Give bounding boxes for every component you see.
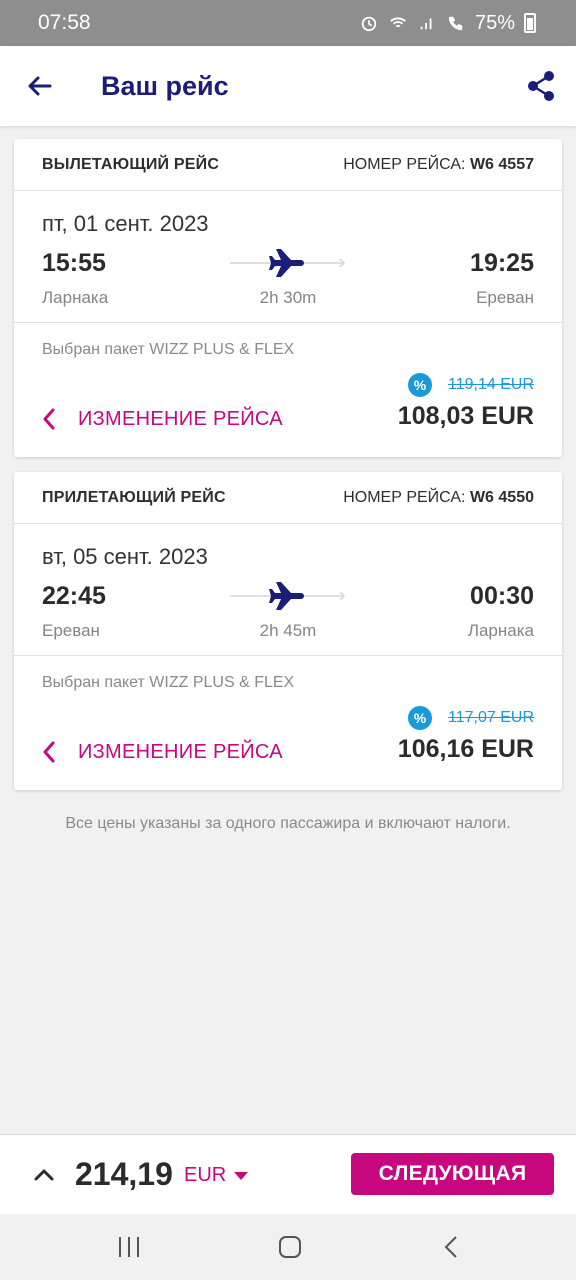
flight-details: вт, 05 сент. 2023 22:45 00:30 Ереван 2h … (14, 524, 562, 656)
page-title: Ваш рейс (101, 71, 229, 101)
chevron-up-icon[interactable] (32, 1163, 56, 1187)
flight-number-label: НОМЕР РЕЙСА: (343, 155, 466, 173)
recents-icon[interactable] (114, 1234, 144, 1260)
return-flight-card: ПРИЛЕТАЮЩИЙ РЕЙС НОМЕР РЕЙСА: W6 4550 вт… (14, 472, 562, 790)
currency-selector[interactable]: EUR (184, 1164, 249, 1187)
flight-number: НОМЕР РЕЙСА: W6 4557 (343, 156, 534, 174)
fare-section: Выбран пакет WIZZ PLUS & FLEX % 119,14 E… (14, 323, 562, 457)
currency-label: EUR (184, 1164, 227, 1186)
card-heading: ВЫЛЕТАЮЩИЙ РЕЙС (42, 155, 220, 173)
price: 108,03 EUR (397, 402, 534, 430)
price: 106,16 EUR (397, 735, 534, 763)
flight-number: НОМЕР РЕЙСА: W6 4550 (343, 489, 534, 507)
arrival-time: 00:30 (470, 582, 534, 610)
wifi-icon (390, 17, 406, 28)
arrival-city: Ереван (476, 288, 534, 307)
card-heading: ПРИЛЕТАЮЩИЙ РЕЙС (42, 488, 226, 506)
airplane-icon (230, 249, 346, 277)
home-icon[interactable] (275, 1234, 305, 1260)
checkout-bar: 214,19 EUR СЛЕДУЮЩАЯ (0, 1134, 576, 1214)
discount-icon: % (408, 706, 432, 730)
departure-time: 15:55 (42, 249, 106, 277)
signal-icon (420, 18, 432, 30)
outbound-flight-card: ВЫЛЕТАЮЩИЙ РЕЙС НОМЕР РЕЙСА: W6 4557 пт,… (14, 139, 562, 457)
selected-package: Выбран пакет WIZZ PLUS & FLEX (42, 341, 295, 358)
departure-time: 22:45 (42, 582, 106, 610)
total-price: 214,19 (75, 1156, 173, 1192)
flight-date: пт, 01 сент. 2023 (42, 211, 209, 236)
card-header: ПРИЛЕТАЮЩИЙ РЕЙС НОМЕР РЕЙСА: W6 4550 (14, 472, 562, 524)
app-bar: Ваш рейс (0, 46, 576, 126)
arrival-city: Ларнака (467, 621, 534, 640)
status-time: 07:58 (38, 11, 91, 34)
flight-number-label: НОМЕР РЕЙСА: (343, 488, 466, 506)
back-icon[interactable] (437, 1234, 467, 1260)
airplane-icon (230, 582, 346, 610)
flight-number-value: W6 4557 (469, 155, 534, 173)
back-arrow-icon[interactable] (24, 70, 56, 102)
selected-package: Выбран пакет WIZZ PLUS & FLEX (42, 674, 295, 691)
battery-icon (524, 13, 536, 33)
system-nav-bar (0, 1214, 576, 1280)
change-flight-label: ИЗМЕНЕНИЕ РЕЙСА (78, 407, 283, 430)
change-flight-button[interactable]: ИЗМЕНЕНИЕ РЕЙСА (42, 403, 283, 435)
share-icon[interactable] (526, 70, 556, 102)
card-header: ВЫЛЕТАЮЩИЙ РЕЙС НОМЕР РЕЙСА: W6 4557 (14, 139, 562, 191)
old-price: 117,07 EUR (448, 709, 534, 726)
call-icon (448, 16, 463, 31)
arrival-time: 19:25 (470, 249, 534, 277)
change-flight-button[interactable]: ИЗМЕНЕНИЕ РЕЙСА (42, 736, 283, 768)
old-price: 119,14 EUR (448, 376, 534, 393)
status-bar: 07:58 75% (0, 0, 576, 46)
chevron-left-icon (43, 741, 55, 763)
price-note: Все цены указаны за одного пассажира и в… (65, 815, 511, 832)
fare-section: Выбран пакет WIZZ PLUS & FLEX % 117,07 E… (14, 656, 562, 790)
battery-percent: 75% (474, 11, 515, 34)
change-flight-label: ИЗМЕНЕНИЕ РЕЙСА (78, 740, 283, 763)
next-button[interactable]: СЛЕДУЮЩАЯ (351, 1153, 554, 1195)
flight-details: пт, 01 сент. 2023 15:55 19:25 Ларнака 2h… (14, 191, 562, 323)
flight-number-value: W6 4550 (469, 488, 534, 506)
discount-icon: % (408, 373, 432, 397)
caret-down-icon (234, 1171, 249, 1180)
chevron-left-icon (43, 408, 55, 430)
alarm-icon (361, 16, 377, 32)
flight-date: вт, 05 сент. 2023 (42, 544, 208, 569)
status-icons: 75% (359, 12, 536, 35)
